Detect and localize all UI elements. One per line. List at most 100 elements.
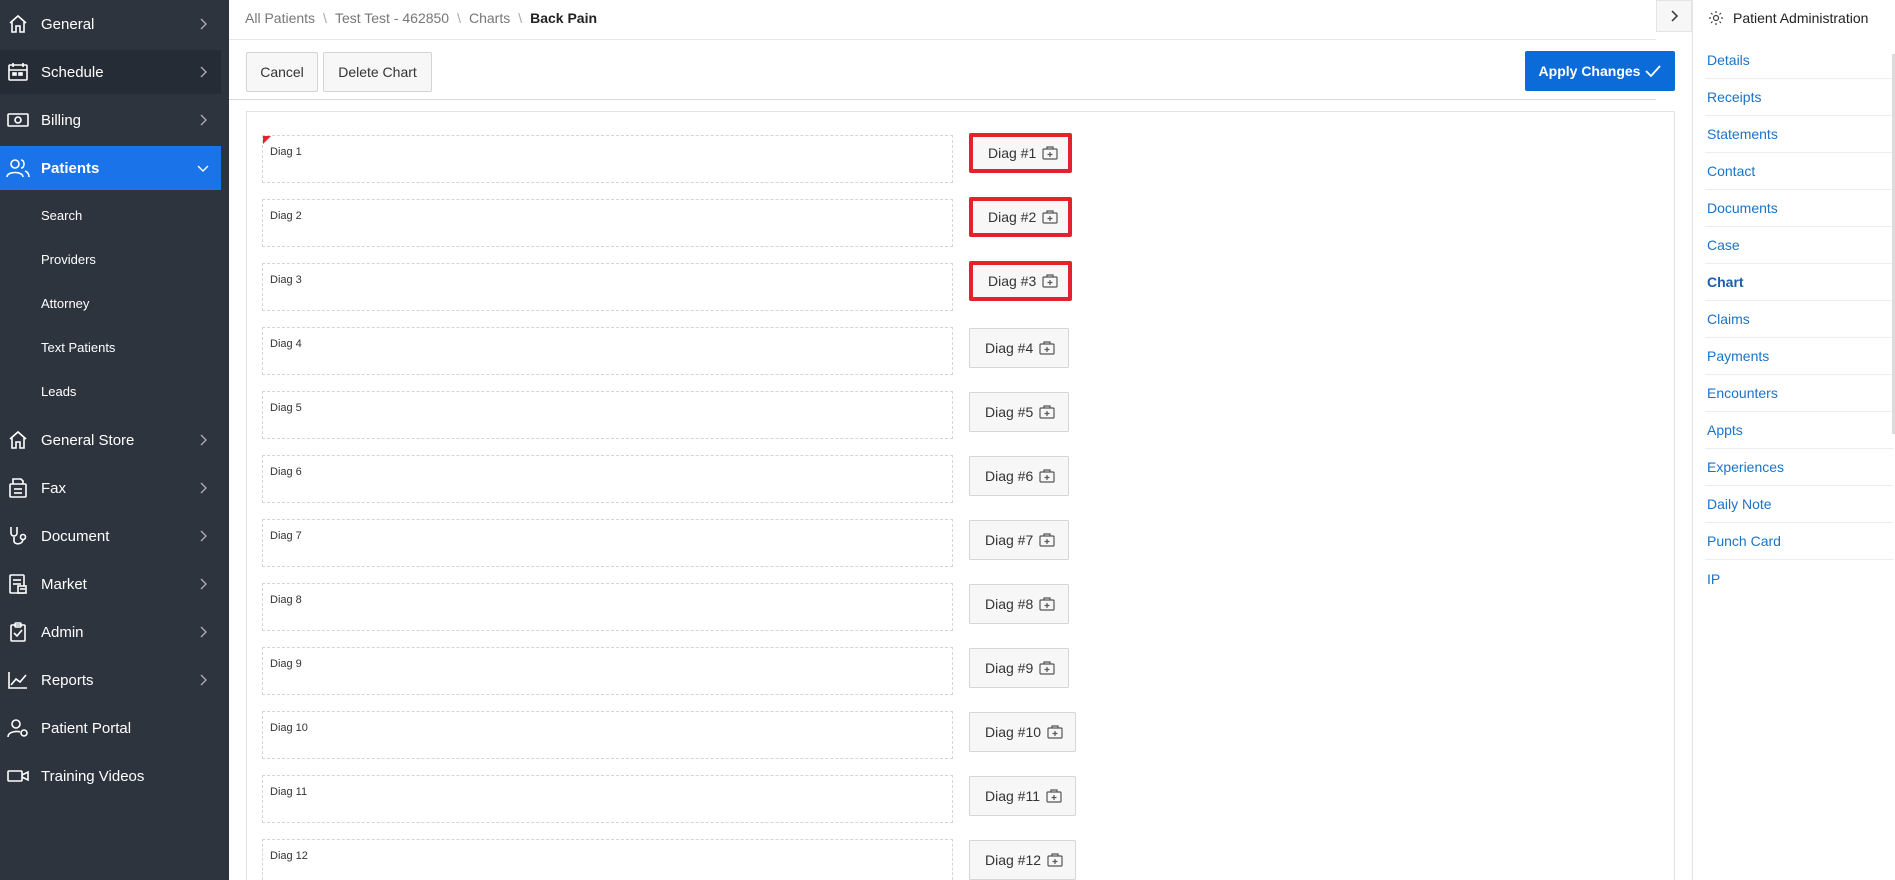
diag-field[interactable]: Diag 1 bbox=[262, 135, 953, 183]
check-icon bbox=[1645, 65, 1662, 77]
diag-lookup-button[interactable]: Diag #7 bbox=[969, 520, 1069, 560]
diag-lookup-button[interactable]: Diag #5 bbox=[969, 392, 1069, 432]
panel-link-contact[interactable]: Contact bbox=[1705, 153, 1893, 190]
diag-lookup-button[interactable]: Diag #4 bbox=[969, 328, 1069, 368]
sidebar-subitem-attorney[interactable]: Attorney bbox=[41, 293, 89, 313]
diag-field[interactable]: Diag 7 bbox=[262, 519, 953, 567]
sidebar-subitem-leads[interactable]: Leads bbox=[41, 381, 76, 401]
diag-field[interactable]: Diag 6 bbox=[262, 455, 953, 503]
panel-link-experiences[interactable]: Experiences bbox=[1705, 449, 1893, 486]
diag-button-label: Diag #2 bbox=[988, 209, 1037, 225]
chevron-right-icon bbox=[196, 529, 210, 543]
diag-lookup-button[interactable]: Diag #2 bbox=[969, 197, 1072, 237]
delete-chart-button[interactable]: Delete Chart bbox=[323, 52, 432, 92]
diag-field[interactable]: Diag 8 bbox=[262, 583, 953, 631]
nav-item-training-videos[interactable]: Training Videos bbox=[0, 754, 221, 798]
medical-kit-icon bbox=[1047, 853, 1063, 867]
panel-link-details[interactable]: Details bbox=[1705, 42, 1893, 79]
diag-label: Diag 5 bbox=[270, 402, 302, 414]
nav-item-patient-portal[interactable]: Patient Portal bbox=[0, 706, 221, 750]
nav-item-schedule[interactable]: Schedule bbox=[0, 50, 221, 94]
diag-label: Diag 7 bbox=[270, 530, 302, 542]
diag-lookup-button[interactable]: Diag #10 bbox=[969, 712, 1076, 752]
diag-field[interactable]: Diag 3 bbox=[262, 263, 953, 311]
diag-button-label: Diag #1 bbox=[988, 145, 1037, 161]
sidebar-subitem-text-patients[interactable]: Text Patients bbox=[41, 337, 115, 357]
diag-button-label: Diag #9 bbox=[985, 660, 1034, 676]
panel-link-receipts[interactable]: Receipts bbox=[1705, 79, 1893, 116]
chevron-right-icon bbox=[196, 481, 210, 495]
fax-icon bbox=[6, 477, 30, 499]
sidebar-subitem-search[interactable]: Search bbox=[41, 205, 82, 225]
nav-item-billing[interactable]: Billing bbox=[0, 98, 221, 142]
toolbar: Cancel Delete Chart Apply Changes bbox=[229, 40, 1675, 100]
panel-link-payments[interactable]: Payments bbox=[1705, 338, 1893, 375]
panel-link-daily-note[interactable]: Daily Note bbox=[1705, 486, 1893, 523]
breadcrumb-separator: \ bbox=[518, 10, 523, 26]
diag-button-label: Diag #8 bbox=[985, 596, 1034, 612]
panel-link-statements[interactable]: Statements bbox=[1705, 116, 1893, 153]
breadcrumb-patient[interactable]: Test Test - 462850 bbox=[335, 10, 449, 26]
panel-link-appts[interactable]: Appts bbox=[1705, 412, 1893, 449]
cancel-button[interactable]: Cancel bbox=[246, 52, 318, 92]
nav-item-general[interactable]: General bbox=[0, 2, 221, 46]
diag-lookup-button[interactable]: Diag #8 bbox=[969, 584, 1069, 624]
diag-field[interactable]: Diag 4 bbox=[262, 327, 953, 375]
medical-kit-icon bbox=[1042, 210, 1058, 224]
nav-item-general-store[interactable]: General Store bbox=[0, 418, 221, 462]
breadcrumb-all-patients[interactable]: All Patients bbox=[245, 10, 315, 26]
diag-label: Diag 3 bbox=[270, 274, 302, 286]
diag-field[interactable]: Diag 5 bbox=[262, 391, 953, 439]
panel-link-chart[interactable]: Chart bbox=[1705, 264, 1893, 301]
panel-link-encounters[interactable]: Encounters bbox=[1705, 375, 1893, 412]
nav-item-market[interactable]: Market bbox=[0, 562, 221, 606]
diag-field[interactable]: Diag 12 bbox=[262, 839, 953, 880]
nav-item-reports[interactable]: Reports bbox=[0, 658, 221, 702]
diag-button-label: Diag #12 bbox=[985, 852, 1042, 868]
users-icon bbox=[6, 157, 30, 179]
apply-changes-button[interactable]: Apply Changes bbox=[1525, 51, 1675, 91]
diag-field[interactable]: Diag 11 bbox=[262, 775, 953, 823]
market-icon bbox=[6, 573, 30, 595]
medical-kit-icon bbox=[1039, 597, 1055, 611]
panel-link-punch-card[interactable]: Punch Card bbox=[1705, 523, 1893, 560]
breadcrumb-charts[interactable]: Charts bbox=[469, 10, 510, 26]
chevron-right-icon bbox=[196, 625, 210, 639]
nav-item-patients[interactable]: Patients bbox=[0, 146, 221, 190]
diag-field[interactable]: Diag 2 bbox=[262, 199, 953, 247]
nav-item-admin[interactable]: Admin bbox=[0, 610, 221, 654]
panel-link-claims[interactable]: Claims bbox=[1705, 301, 1893, 338]
nav-label: Market bbox=[41, 575, 87, 593]
diag-lookup-button[interactable]: Diag #9 bbox=[969, 648, 1069, 688]
home-icon bbox=[6, 429, 30, 451]
diag-field[interactable]: Diag 9 bbox=[262, 647, 953, 695]
medical-kit-icon bbox=[1039, 405, 1055, 419]
collapse-panel-button[interactable] bbox=[1656, 0, 1692, 32]
money-icon bbox=[6, 109, 30, 131]
gear-icon bbox=[1707, 9, 1725, 27]
panel-link-documents[interactable]: Documents bbox=[1705, 190, 1893, 227]
nav-item-document[interactable]: Document bbox=[0, 514, 221, 558]
diag-label: Diag 10 bbox=[270, 722, 308, 734]
panel-link-ip[interactable]: IP bbox=[1705, 560, 1893, 597]
video-icon bbox=[6, 765, 30, 787]
diag-lookup-button[interactable]: Diag #12 bbox=[969, 840, 1076, 880]
diag-lookup-button[interactable]: Diag #6 bbox=[969, 456, 1069, 496]
sidebar-subitem-providers[interactable]: Providers bbox=[41, 249, 96, 269]
diag-lookup-button[interactable]: Diag #11 bbox=[969, 776, 1076, 816]
nav-label: Reports bbox=[41, 671, 94, 689]
diag-label: Diag 9 bbox=[270, 658, 302, 670]
diag-button-label: Diag #6 bbox=[985, 468, 1034, 484]
panel-link-case[interactable]: Case bbox=[1705, 227, 1893, 264]
diag-lookup-button[interactable]: Diag #1 bbox=[969, 133, 1072, 173]
sidebar: General Schedule Billing Patients Search bbox=[0, 0, 229, 880]
chevron-right-icon bbox=[196, 433, 210, 447]
diag-label: Diag 8 bbox=[270, 594, 302, 606]
diag-label: Diag 11 bbox=[270, 786, 308, 798]
nav-item-fax[interactable]: Fax bbox=[0, 466, 221, 510]
nav-label: Billing bbox=[41, 111, 82, 129]
diag-field[interactable]: Diag 10 bbox=[262, 711, 953, 759]
medical-kit-icon bbox=[1039, 661, 1055, 675]
nav-label: General bbox=[41, 15, 95, 33]
diag-lookup-button[interactable]: Diag #3 bbox=[969, 261, 1072, 301]
